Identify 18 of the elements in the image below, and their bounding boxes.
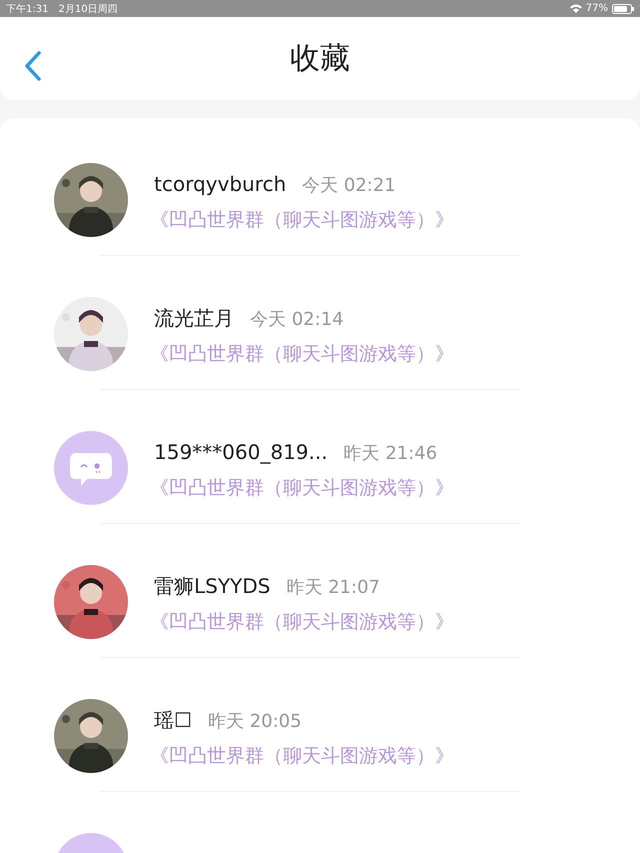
timestamp: 昨天 21:07 — [286, 576, 380, 600]
timestamp: 今天 02:14 — [250, 308, 344, 332]
status-time: 下午1:31 — [6, 2, 48, 16]
timestamp: 昨天 21:46 — [344, 442, 438, 466]
timestamp: 今天 02:21 — [302, 174, 396, 198]
user-name[interactable]: tcorqyvburch — [154, 172, 286, 196]
user-name[interactable]: 159***060_819... — [154, 440, 328, 464]
user-name[interactable]: 瑶☐ — [154, 708, 192, 732]
wifi-icon — [570, 4, 582, 13]
battery-icon — [612, 4, 634, 14]
chat-bubble-avatar-icon — [54, 431, 128, 505]
battery-percent: 77% — [586, 3, 608, 14]
user-name[interactable]: 流光芷月 — [154, 306, 234, 330]
status-date: 2月10日周四 — [58, 2, 118, 16]
user-name[interactable]: 雷狮LSYYDS — [154, 574, 270, 598]
back-button[interactable] — [22, 51, 44, 81]
timestamp: 昨天 20:05 — [208, 710, 302, 734]
page-title: 收藏 — [290, 40, 350, 78]
